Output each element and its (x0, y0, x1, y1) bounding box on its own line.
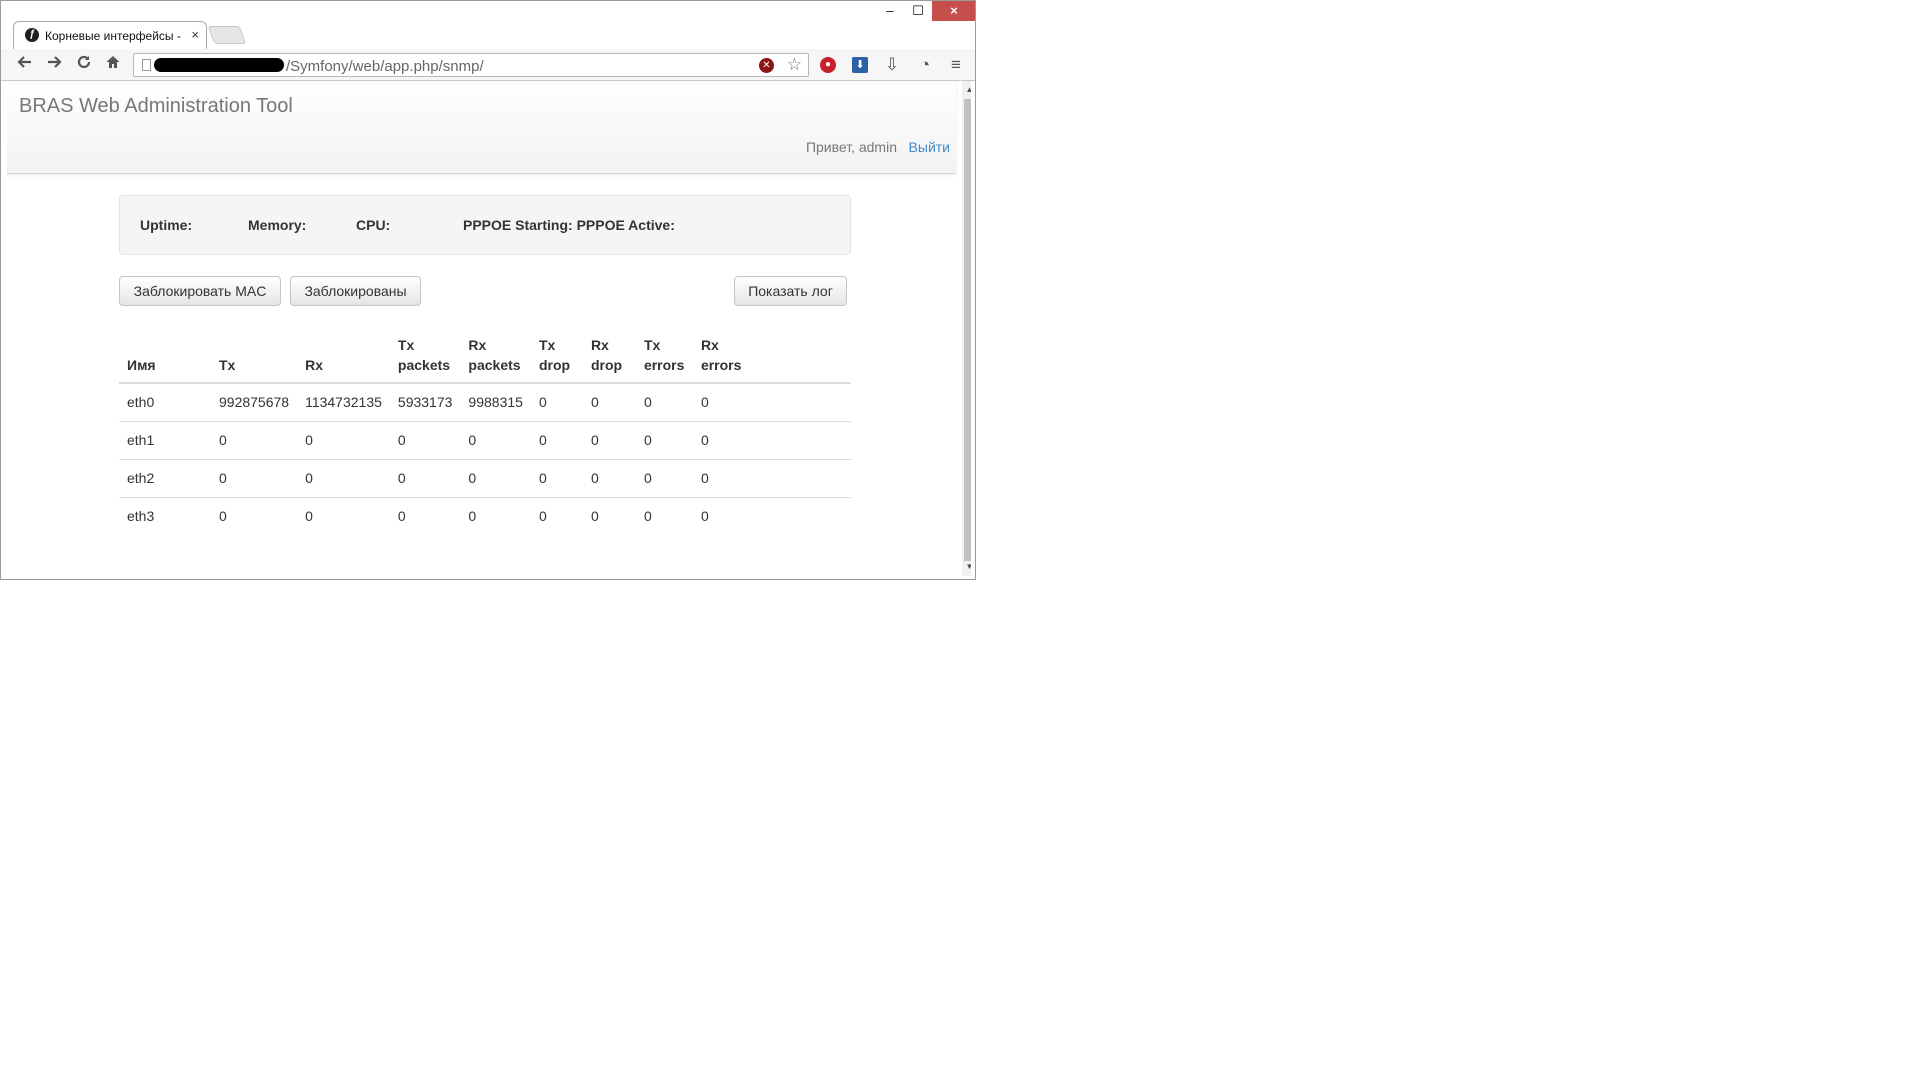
column-header: Rx (297, 329, 390, 384)
column-header: Имя (119, 329, 211, 384)
title-bar: ƒ Корневые интерфейсы - × – ☐ × (1, 1, 975, 49)
table-row: eth1 0 0 0 0 0 0 0 0 (119, 421, 851, 460)
column-header: Rx packets (460, 329, 531, 384)
column-header: Rx errors (692, 329, 851, 384)
accounts-icon[interactable]: ◔ (914, 54, 936, 76)
new-tab-button[interactable] (207, 26, 247, 44)
table-cell: eth2 (119, 459, 211, 498)
address-bar[interactable]: /Symfony/web/app.php/snmp/ ✕ ☆ (133, 53, 809, 77)
table-cell: 0 (460, 497, 531, 535)
active-tab[interactable]: ƒ Корневые интерфейсы - × (13, 21, 207, 49)
table-cell: 0 (460, 459, 531, 498)
table-cell: 0 (460, 421, 531, 460)
browser-window: ƒ Корневые интерфейсы - × – ☐ × /Symfony… (0, 0, 976, 580)
close-window-button[interactable]: × (932, 1, 975, 21)
home-icon[interactable] (102, 54, 124, 76)
table-cell: 9988315 (468, 394, 523, 410)
save-icon[interactable]: ⇩ (881, 54, 903, 76)
block-mac-button[interactable]: Заблокировать MAC (119, 276, 281, 306)
table-cell: 0 (297, 459, 390, 498)
bookmark-star-icon[interactable]: ☆ (787, 55, 802, 75)
table-row: eth0 992875678 1134732135 5933173 998831… (119, 383, 851, 422)
table-cell: 0 (389, 459, 461, 498)
column-header: Tx packets (389, 329, 461, 384)
table-cell: 0 (297, 497, 390, 535)
tab-title: Корневые интерфейсы - (45, 29, 181, 43)
table-cell: 0 (211, 421, 298, 460)
table-cell: eth3 (119, 497, 211, 535)
memory-label: Memory: (248, 217, 307, 233)
menu-icon[interactable]: ≡ (945, 54, 967, 76)
table-cell: 0 (530, 459, 583, 498)
show-log-button[interactable]: Показать лог (734, 276, 847, 306)
interfaces-table: Имя Tx Rx Tx packets Rx packets Tx drop Rx d… (119, 329, 851, 535)
maximize-button[interactable]: ☐ (905, 1, 931, 21)
blocked-list-button[interactable]: Заблокированы (290, 276, 421, 306)
table-cell: 0 (635, 497, 693, 535)
table-cell: 5933173 (397, 394, 453, 410)
forward-icon[interactable] (43, 54, 65, 76)
app-navbar: BRAS Web Administration Tool Привет, adm… (7, 81, 956, 174)
table-cell: 0 (530, 497, 583, 535)
table-cell: 0 (211, 497, 298, 535)
tab-close-icon[interactable]: × (191, 27, 199, 42)
table-cell: 0 (635, 421, 693, 460)
page-icon (142, 59, 151, 71)
table-cell: 992875678 (219, 394, 290, 410)
system-status-panel: Uptime: Memory: CPU: PPPOE Starting: PPP… (119, 195, 851, 255)
table-cell: 0 (389, 421, 461, 460)
table-cell: 0 (297, 421, 390, 460)
logout-link[interactable]: Выйти (909, 139, 950, 155)
table-row: eth2 0 0 0 0 0 0 0 0 (119, 459, 851, 498)
pppoe-label: PPPOE Starting: PPPOE Active: (463, 217, 675, 233)
symfony-favicon-icon: ƒ (25, 28, 39, 42)
table-cell: 0 (582, 459, 636, 498)
table-cell: 1134732135 (305, 394, 382, 410)
table-row: eth3 0 0 0 0 0 0 0 0 (119, 497, 851, 535)
table-cell: eth1 (119, 421, 211, 460)
table-cell: 0 (635, 459, 693, 498)
table-cell: 0 (692, 459, 851, 498)
table-cell: 0 (538, 394, 547, 410)
url-text[interactable]: /Symfony/web/app.php/snmp/ (286, 58, 484, 75)
redacted-host (154, 58, 284, 72)
page-viewport: BRAS Web Administration Tool Привет, adm… (7, 81, 971, 576)
column-header: Rx drop (582, 329, 636, 384)
table-header-row: Имя Tx Rx Tx packets Rx packets Tx drop Rx d… (119, 329, 851, 384)
user-greeting: Привет, admin (805, 139, 897, 155)
table-cell: 0 (692, 421, 851, 460)
table-cell: 0 (530, 421, 583, 460)
column-header: Tx drop (530, 329, 583, 384)
vertical-scrollbar[interactable]: ▲ ▼ (962, 81, 971, 576)
scrollbar-thumb[interactable] (964, 99, 971, 561)
table-cell: 0 (582, 497, 636, 535)
browser-toolbar: /Symfony/web/app.php/snmp/ ✕ ☆ ● ⬇ ⇩ ◔ ≡ (1, 49, 975, 81)
scroll-down-arrow-icon[interactable]: ▼ (962, 560, 971, 574)
app-brand[interactable]: BRAS Web Administration Tool (19, 95, 293, 118)
table-cell: 0 (700, 394, 709, 410)
table-cell: 0 (211, 459, 298, 498)
download-blue-icon[interactable]: ⬇ (849, 54, 871, 76)
scroll-up-arrow-icon[interactable]: ▲ (962, 83, 971, 97)
table-cell: 0 (643, 394, 652, 410)
table-cell: 0 (590, 394, 599, 410)
cpu-label: CPU: (356, 217, 391, 233)
reload-icon[interactable] (73, 54, 95, 76)
column-header: Tx errors (635, 329, 693, 384)
uptime-label: Uptime: (140, 217, 193, 233)
table-cell: 0 (692, 497, 851, 535)
table-cell: eth0 (127, 394, 155, 410)
minimize-button[interactable]: – (877, 1, 903, 21)
table-cell: 0 (582, 421, 636, 460)
table-cell: 0 (389, 497, 461, 535)
column-header: Tx (211, 329, 298, 384)
back-icon[interactable] (14, 54, 36, 76)
stop-red-icon[interactable]: ● (817, 54, 839, 76)
blocked-content-icon[interactable]: ✕ (759, 58, 774, 73)
